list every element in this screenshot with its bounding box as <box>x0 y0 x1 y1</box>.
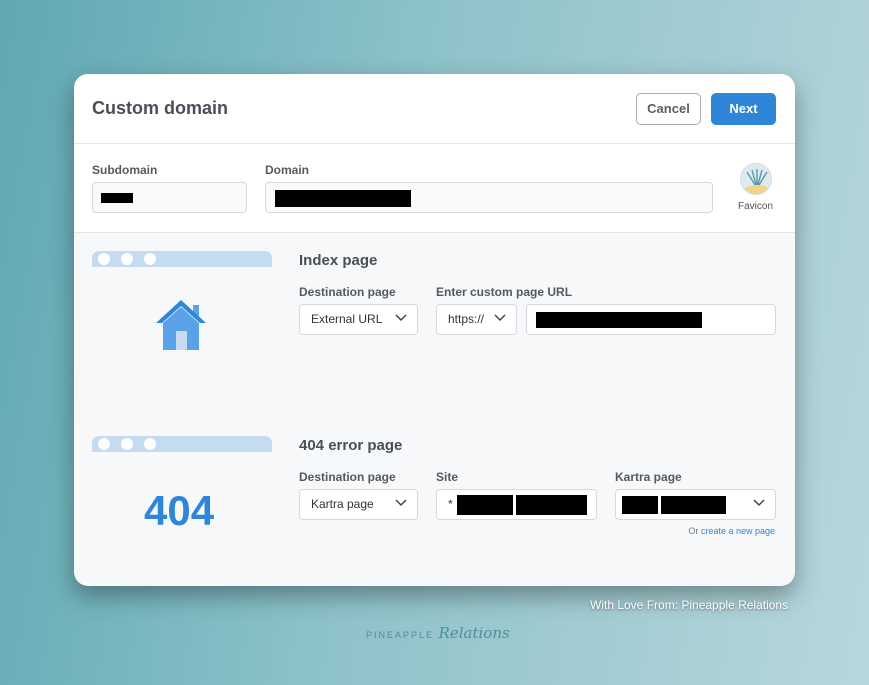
create-hint-prefix: Or <box>688 526 699 536</box>
error-destination-value: Kartra page <box>311 497 374 511</box>
redacted-text <box>275 190 411 207</box>
chevron-down-icon <box>395 314 407 322</box>
kartra-page-select[interactable] <box>615 489 776 520</box>
custom-url-input[interactable] <box>526 304 776 335</box>
window-dot <box>121 253 133 265</box>
site-prefix: * <box>448 497 453 511</box>
custom-domain-modal: Custom domain Cancel Next Subdomain Doma… <box>74 74 795 586</box>
favicon-icon[interactable] <box>740 163 772 195</box>
modal-title: Custom domain <box>92 98 229 118</box>
site-select[interactable]: * <box>436 489 597 520</box>
redacted-text <box>101 193 133 203</box>
domain-input[interactable] <box>265 182 713 213</box>
protocol-select[interactable]: https:// <box>436 304 517 335</box>
brand-word: PINEAPPLE <box>366 630 435 640</box>
subdomain-label: Subdomain <box>92 163 158 177</box>
index-destination-label: Destination page <box>299 285 396 299</box>
window-dot <box>98 438 110 450</box>
index-page-title: Index page <box>299 252 378 269</box>
brand-logo: PINEAPPLE Relations <box>366 624 510 642</box>
domain-label: Domain <box>265 163 310 177</box>
footer-credit: With Love From: Pineapple Relations <box>590 598 789 612</box>
create-new-page-link[interactable]: create a new page <box>701 526 775 536</box>
error-destination-select[interactable]: Kartra page <box>299 489 418 520</box>
redacted-text <box>622 496 658 514</box>
brand-script: Relations <box>438 624 510 642</box>
chevron-down-icon <box>494 314 506 322</box>
modal-actions: Cancel Next <box>636 92 776 125</box>
house-icon <box>153 297 209 351</box>
redacted-text <box>457 495 513 515</box>
subdomain-input[interactable] <box>92 182 247 213</box>
index-destination-select[interactable]: External URL <box>299 304 418 335</box>
kartra-page-label: Kartra page <box>615 470 682 484</box>
error-404-graphic: 404 <box>144 487 215 534</box>
error-destination-label: Destination page <box>299 470 396 484</box>
redacted-text <box>536 312 702 328</box>
redacted-text <box>516 495 587 515</box>
window-dot <box>144 438 156 450</box>
cancel-button[interactable]: Cancel <box>636 92 701 125</box>
browser-frame-404 <box>92 436 272 452</box>
redacted-text <box>661 496 726 514</box>
chevron-down-icon <box>753 499 765 507</box>
favicon-label: Favicon <box>738 201 774 212</box>
window-dot <box>144 253 156 265</box>
custom-url-label: Enter custom page URL <box>436 285 573 299</box>
error-page-title: 404 error page <box>299 437 403 454</box>
window-dot <box>121 438 133 450</box>
index-destination-value: External URL <box>311 312 383 326</box>
create-page-hint: Or create a new page <box>688 526 775 536</box>
window-dot <box>98 253 110 265</box>
domain-row: Subdomain Domain Favicon <box>74 144 795 233</box>
site-label: Site <box>436 470 459 484</box>
next-button[interactable]: Next <box>711 92 776 125</box>
browser-frame-index <box>92 251 272 267</box>
modal-header: Custom domain Cancel Next <box>74 74 795 144</box>
protocol-value: https:// <box>448 312 485 326</box>
chevron-down-icon <box>395 499 407 507</box>
